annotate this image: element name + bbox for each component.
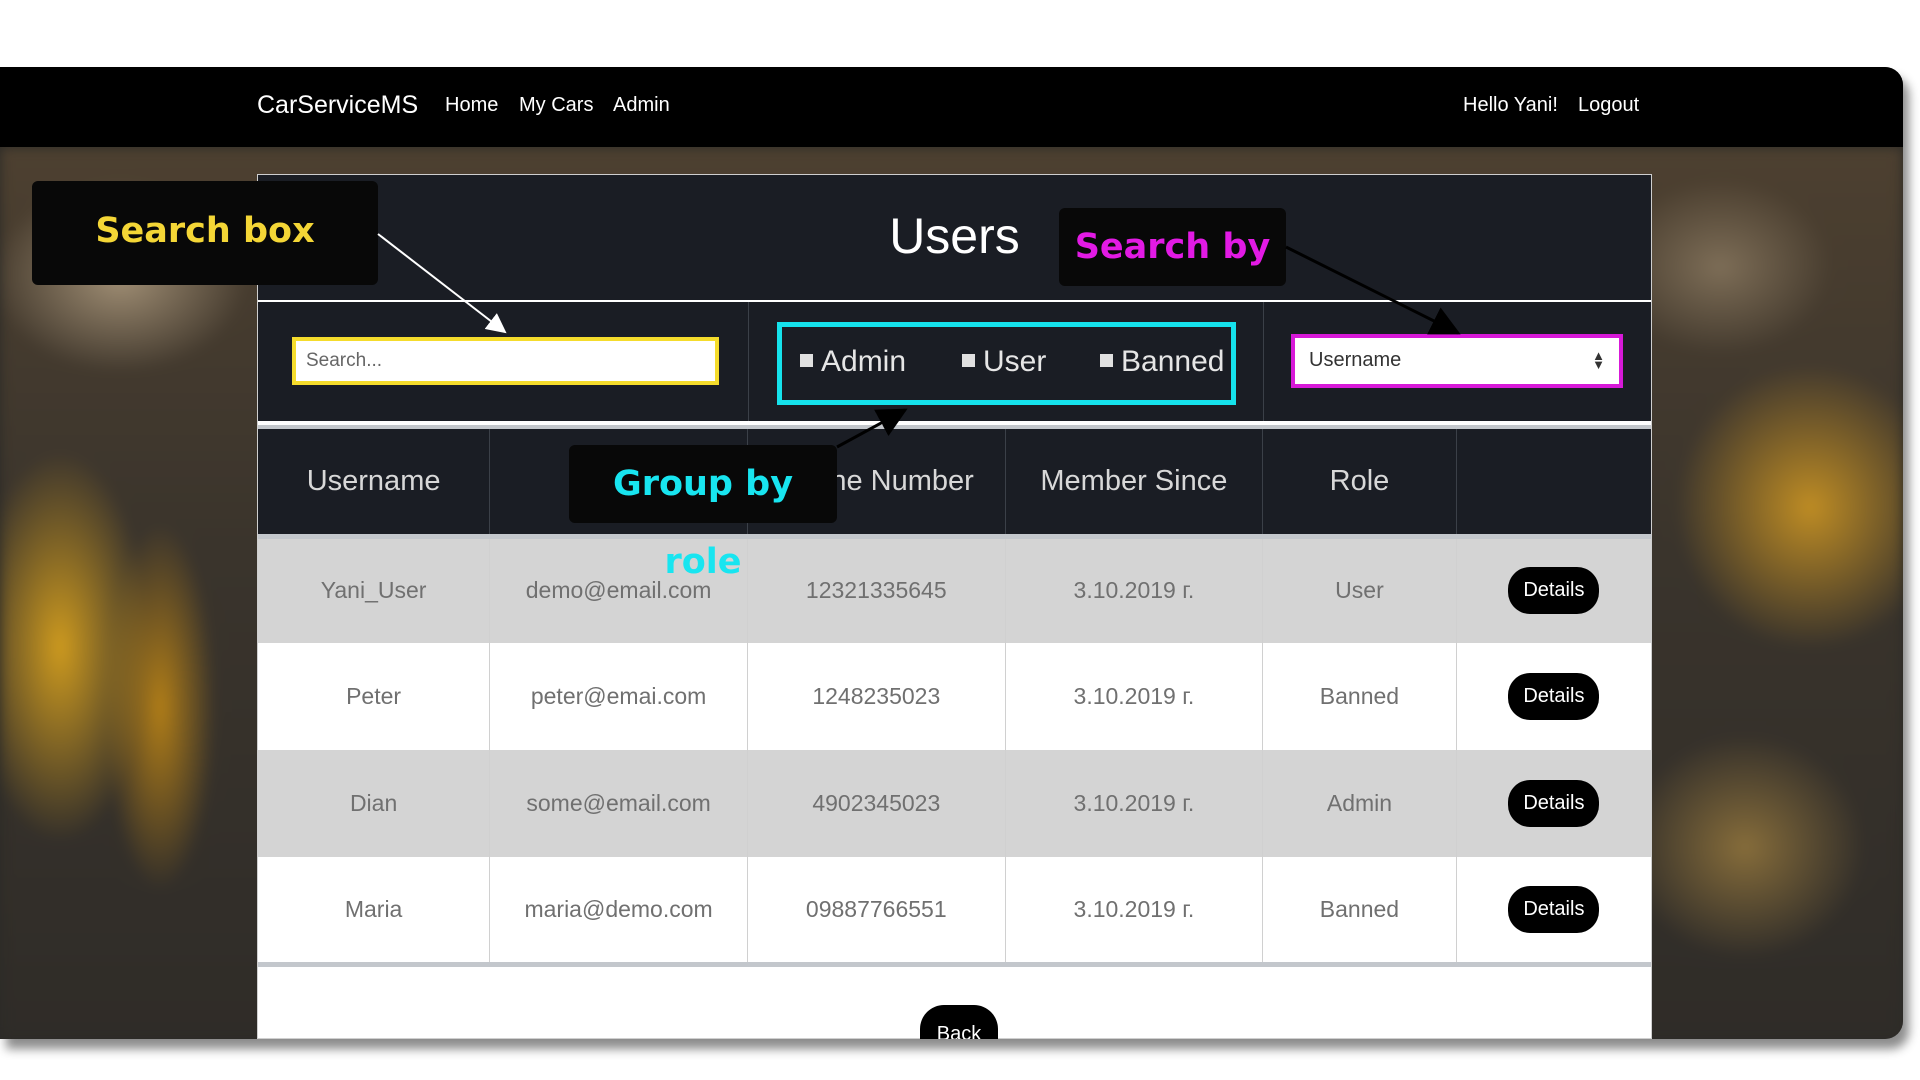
cell-member-since: 3.10.2019 г. xyxy=(1005,643,1264,750)
role-filter-banned[interactable]: Banned xyxy=(1100,345,1224,379)
checkbox-icon[interactable] xyxy=(1100,353,1113,367)
divider xyxy=(1263,302,1264,421)
logout-link[interactable]: Logout xyxy=(1578,94,1639,117)
select-caret-icon: ▲ ▼ xyxy=(1592,348,1605,372)
cell-member-since: 3.10.2019 г. xyxy=(1005,857,1264,967)
filter-bar: Admin User Banned Username ▲▼ xyxy=(258,302,1651,421)
role-filter-user[interactable]: User xyxy=(962,345,1046,379)
cell-phone: 12321335645 xyxy=(747,533,1006,643)
table-row: Dian some@email.com 4902345023 3.10.2019… xyxy=(258,750,1651,857)
cell-role: Banned xyxy=(1262,857,1457,967)
cell-actions: Details xyxy=(1456,857,1651,967)
users-panel: Users Admin User Banned Username ▲▼ xyxy=(257,174,1652,1039)
details-button[interactable]: Details xyxy=(1508,673,1600,720)
cell-actions: Details xyxy=(1456,643,1651,750)
role-filter-admin[interactable]: Admin xyxy=(800,345,906,379)
checkbox-icon[interactable] xyxy=(800,353,813,367)
back-button[interactable]: Back xyxy=(920,1005,998,1039)
nav-home[interactable]: Home xyxy=(445,94,498,117)
users-table: Username Email Phone Number Member Since… xyxy=(258,425,1651,967)
table-row: Peter peter@emai.com 1248235023 3.10.201… xyxy=(258,643,1651,750)
annotation-search-by: Search by xyxy=(1059,208,1286,286)
user-greeting: Hello Yani! xyxy=(1463,94,1558,116)
table-row: Yani_User demo@email.com 12321335645 3.1… xyxy=(258,533,1651,643)
cell-phone: 1248235023 xyxy=(747,643,1006,750)
nav-admin[interactable]: Admin xyxy=(613,94,670,117)
panel-header: Users xyxy=(258,175,1651,300)
role-filter-group: Admin User Banned xyxy=(777,322,1236,405)
search-input[interactable] xyxy=(292,337,719,385)
brand-link[interactable]: CarServiceMS xyxy=(257,91,418,120)
cell-username: Peter xyxy=(258,643,491,750)
navbar: CarServiceMS Home My Cars Admin Hello Ya… xyxy=(0,67,1903,147)
cell-role: Banned xyxy=(1262,643,1457,750)
cell-member-since: 3.10.2019 г. xyxy=(1005,750,1264,857)
cell-username: Dian xyxy=(258,750,491,857)
details-button[interactable]: Details xyxy=(1508,780,1600,827)
cell-role: Admin xyxy=(1262,750,1457,857)
page-title: Users xyxy=(889,208,1020,264)
details-button[interactable]: Details xyxy=(1508,567,1600,615)
cell-actions: Details xyxy=(1456,750,1651,857)
column-header-actions xyxy=(1456,425,1651,536)
cell-actions: Details xyxy=(1456,533,1651,643)
column-header-member-since[interactable]: Member Since xyxy=(1005,425,1264,536)
cell-phone: 4902345023 xyxy=(747,750,1006,857)
cell-email: peter@emai.com xyxy=(489,643,748,750)
table-row: Maria maria@demo.com 09887766551 3.10.20… xyxy=(258,857,1651,967)
cell-email: maria@demo.com xyxy=(489,857,748,967)
cell-username: Yani_User xyxy=(258,533,491,643)
annotation-search-box: Search box xyxy=(32,181,378,285)
cell-member-since: 3.10.2019 г. xyxy=(1005,533,1264,643)
cell-role: User xyxy=(1262,533,1457,643)
column-header-role[interactable]: Role xyxy=(1262,425,1457,536)
nav-my-cars[interactable]: My Cars xyxy=(519,94,593,117)
annotation-group-by-role: Group by role xyxy=(569,445,837,582)
table-header-row: Username Email Phone Number Member Since… xyxy=(258,425,1651,536)
column-header-username[interactable]: Username xyxy=(258,425,491,536)
cell-email: some@email.com xyxy=(489,750,748,857)
role-filter-label: Admin xyxy=(821,345,907,378)
cell-phone: 09887766551 xyxy=(747,857,1006,967)
checkbox-icon[interactable] xyxy=(962,353,975,367)
divider xyxy=(748,302,749,421)
search-by-select[interactable]: Username ▲ ▼ xyxy=(1291,334,1623,388)
details-button[interactable]: Details xyxy=(1508,885,1600,933)
search-by-value: Username xyxy=(1309,349,1402,371)
role-filter-label: Banned xyxy=(1121,345,1225,378)
cell-username: Maria xyxy=(258,857,491,967)
role-filter-label: User xyxy=(983,345,1047,378)
